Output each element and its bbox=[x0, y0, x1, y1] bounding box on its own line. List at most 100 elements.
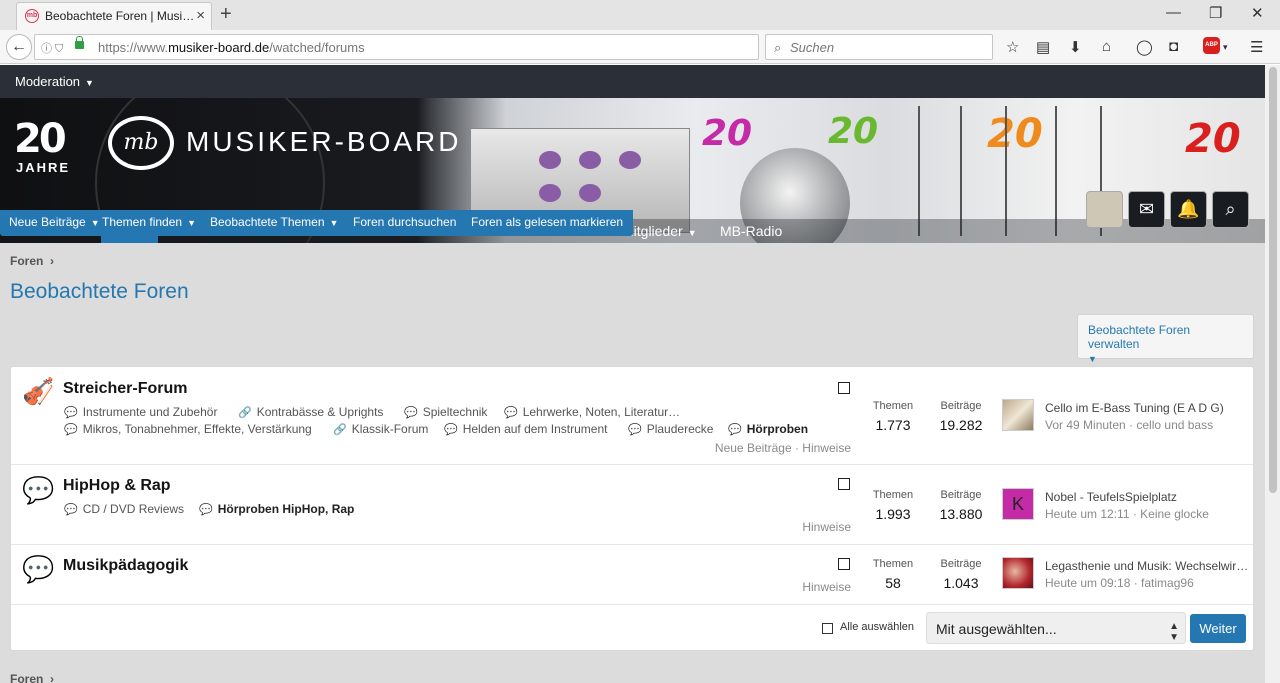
abp-dropdown-icon[interactable]: ▾ bbox=[1223, 42, 1228, 53]
subforum-link[interactable]: 🔗 Kontrabässe & Uprights bbox=[238, 405, 383, 419]
last-post-title[interactable]: Nobel - TeufelsSpielplatz bbox=[1045, 490, 1247, 504]
chat-bubbles-icon: 💬 bbox=[22, 554, 55, 584]
forum-select-checkbox[interactable] bbox=[838, 382, 850, 394]
themen-count: 1.993 bbox=[875, 506, 911, 522]
download-icon[interactable]: ⬇ bbox=[1069, 38, 1082, 56]
chat-bubbles-icon: 💬 bbox=[22, 475, 55, 505]
logo-20[interactable]: 20 bbox=[14, 116, 67, 162]
sub-nav: Neue Beiträge ▼ Themen finden ▼ Beobachtet… bbox=[0, 210, 633, 236]
favicon-icon: mb bbox=[25, 9, 39, 23]
maximize-icon[interactable]: ❐ bbox=[1209, 4, 1222, 22]
forum-select-checkbox[interactable] bbox=[838, 478, 850, 490]
logo-wordmark[interactable]: MUSIKER-BOARD bbox=[186, 126, 461, 158]
forum-row: 💬 HipHop & Rap 💬 CD / DVD Reviews 💬 Hörpro… bbox=[11, 465, 1253, 545]
subnav-neue-beitraege[interactable]: Neue Beiträge ▼ bbox=[9, 215, 100, 229]
breadcrumb-bottom[interactable]: Foren › bbox=[10, 672, 54, 683]
last-post-meta[interactable]: Heute um 09:18 · fatimag96 bbox=[1045, 576, 1194, 590]
subnav-beobachtete-themen[interactable]: Beobachtete Themen ▼ bbox=[210, 215, 338, 229]
beitraege-label: Beiträge bbox=[940, 400, 982, 412]
scrollbar-thumb[interactable] bbox=[1269, 67, 1277, 493]
themen-label: Themen bbox=[872, 400, 914, 412]
browser-tab[interactable]: mb Beobachtete Foren | Musi… × bbox=[16, 2, 212, 30]
subforum-link[interactable]: 💬 Helden auf dem Instrument bbox=[444, 422, 607, 436]
subforum-link[interactable]: 💬 Hörproben HipHop, Rap bbox=[199, 502, 354, 516]
window-close-icon[interactable]: ✕ bbox=[1251, 4, 1264, 22]
select-all-label[interactable]: Alle auswählen bbox=[840, 621, 914, 633]
subforum-link[interactable]: 💬 Spieltechnik bbox=[404, 405, 487, 419]
minimize-icon[interactable]: — bbox=[1166, 4, 1181, 21]
last-post-meta[interactable]: Vor 49 Minuten · cello und bass bbox=[1045, 418, 1213, 432]
banner-20-logo-1: 20 bbox=[702, 113, 753, 154]
subforum-link[interactable]: 💬 Mikros, Tonabnehmer, Effekte, Verstärku… bbox=[64, 422, 312, 436]
last-post-avatar[interactable]: K bbox=[1002, 488, 1034, 520]
themen-label: Themen bbox=[872, 489, 914, 501]
forum-row: 💬 Musikpädagogik Hinweise Themen 58 Beit… bbox=[11, 545, 1253, 605]
pocket-icon[interactable]: ◘ bbox=[1169, 38, 1178, 55]
subnav-mark-read[interactable]: Foren als gelesen markieren bbox=[471, 215, 623, 229]
banner-20-logo-3: 20 bbox=[987, 111, 1043, 157]
browser-tab-strip: mb Beobachtete Foren | Musi… × + — ❐ ✕ bbox=[0, 0, 1280, 30]
beitraege-label: Beiträge bbox=[940, 558, 982, 570]
subforum-link[interactable]: 💬 Plauderecke bbox=[628, 422, 713, 436]
beitraege-label: Beiträge bbox=[940, 489, 982, 501]
select-arrows-icon: ▲ ▼ bbox=[1169, 621, 1179, 643]
weiter-button[interactable]: Weiter bbox=[1190, 614, 1246, 643]
last-post-avatar[interactable] bbox=[1002, 399, 1034, 431]
beitraege-count: 19.282 bbox=[939, 417, 983, 433]
forum-meta-links[interactable]: Hinweise bbox=[802, 580, 851, 594]
bookmark-star-icon[interactable]: ☆ bbox=[1006, 38, 1019, 56]
home-icon[interactable]: ⌂ bbox=[1102, 38, 1111, 55]
subforum-link[interactable]: 🔗 Klassik-Forum bbox=[333, 422, 428, 436]
forum-title[interactable]: Musikpädagogik bbox=[63, 557, 188, 575]
adblock-icon[interactable]: ABP bbox=[1203, 37, 1220, 54]
chat-icon[interactable]: ◯ bbox=[1136, 38, 1153, 56]
subnav-foren-durchsuchen[interactable]: Foren durchsuchen bbox=[353, 215, 456, 229]
last-post-avatar[interactable] bbox=[1002, 557, 1034, 589]
subnav-themen-finden[interactable]: Themen finden ▼ bbox=[102, 215, 196, 229]
forum-row: 🎻 Streicher-Forum 💬 Instrumente und Zubeh… bbox=[11, 367, 1253, 465]
envelope-icon[interactable]: ✉ bbox=[1128, 191, 1165, 228]
bulk-action-select[interactable]: Mit ausgewählten... ▲ ▼ bbox=[926, 612, 1186, 644]
address-bar[interactable]: ⓘ ⛉ https://www.musiker-board.de/watched… bbox=[34, 34, 783, 60]
logo-jahre: JAHRE bbox=[16, 160, 71, 175]
subforum-link[interactable]: 💬 Hörproben bbox=[728, 422, 808, 436]
forum-title[interactable]: HipHop & Rap bbox=[63, 477, 171, 495]
mb-logo-icon[interactable]: mb bbox=[108, 116, 174, 170]
subforum-link[interactable]: 💬 CD / DVD Reviews bbox=[64, 502, 184, 516]
forum-select-checkbox[interactable] bbox=[838, 558, 850, 570]
user-avatar[interactable] bbox=[1086, 191, 1123, 228]
forum-title[interactable]: Streicher-Forum bbox=[63, 380, 187, 398]
new-tab-icon[interactable]: + bbox=[220, 3, 232, 26]
browser-toolbar: ← ⓘ ⛉ https://www.musiker-board.de/watch… bbox=[0, 30, 1280, 64]
violin-icon: 🎻 bbox=[22, 376, 55, 406]
page-title: Beobachtete Foren bbox=[10, 280, 189, 303]
back-arrow-icon[interactable]: ← bbox=[6, 34, 32, 60]
nav-mitglieder[interactable]: Mitglieder ▼ bbox=[622, 219, 697, 243]
menu-icon[interactable]: ☰ bbox=[1250, 38, 1263, 56]
search-icon[interactable]: ⌕ bbox=[1212, 191, 1249, 228]
subforum-link[interactable]: 💬 Lehrwerke, Noten, Literatur… bbox=[504, 405, 680, 419]
forum-meta-links[interactable]: Neue Beiträge · Hinweise bbox=[715, 441, 851, 455]
browser-search-field[interactable]: ⌕ Suchen bbox=[765, 34, 993, 60]
forum-list: 🎻 Streicher-Forum 💬 Instrumente und Zubeh… bbox=[10, 366, 1254, 651]
last-post-title[interactable]: Legasthenie und Musik: Wechselwir… bbox=[1045, 559, 1247, 573]
info-icon[interactable]: ⓘ ⛉ bbox=[41, 40, 63, 56]
beitraege-count: 1.043 bbox=[943, 575, 979, 591]
search-placeholder: Suchen bbox=[790, 40, 835, 55]
themen-count: 58 bbox=[885, 575, 901, 591]
breadcrumb[interactable]: Foren › bbox=[10, 254, 54, 268]
subforum-link[interactable]: 💬 Instrumente und Zubehör bbox=[64, 405, 217, 419]
search-icon: ⌕ bbox=[774, 40, 782, 55]
last-post-meta[interactable]: Heute um 12:11 · Keine glocke bbox=[1045, 507, 1209, 521]
nav-mb-radio[interactable]: MB-Radio bbox=[720, 219, 782, 243]
last-post-title[interactable]: Cello im E-Bass Tuning (E A D G) bbox=[1045, 401, 1247, 415]
reading-list-icon[interactable]: ▤ bbox=[1036, 38, 1050, 56]
forum-meta-links[interactable]: Hinweise bbox=[802, 520, 851, 534]
themen-label: Themen bbox=[872, 558, 914, 570]
manage-watched-forums-button[interactable]: Beobachtete Foren verwalten ▼ bbox=[1077, 314, 1254, 364]
moderation-menu[interactable]: Moderation ▼ bbox=[15, 74, 94, 89]
scrollbar[interactable] bbox=[1265, 65, 1280, 683]
tab-close-icon[interactable]: × bbox=[196, 7, 205, 24]
bell-icon[interactable]: 🔔 bbox=[1170, 191, 1207, 228]
select-all-checkbox[interactable] bbox=[822, 623, 833, 634]
